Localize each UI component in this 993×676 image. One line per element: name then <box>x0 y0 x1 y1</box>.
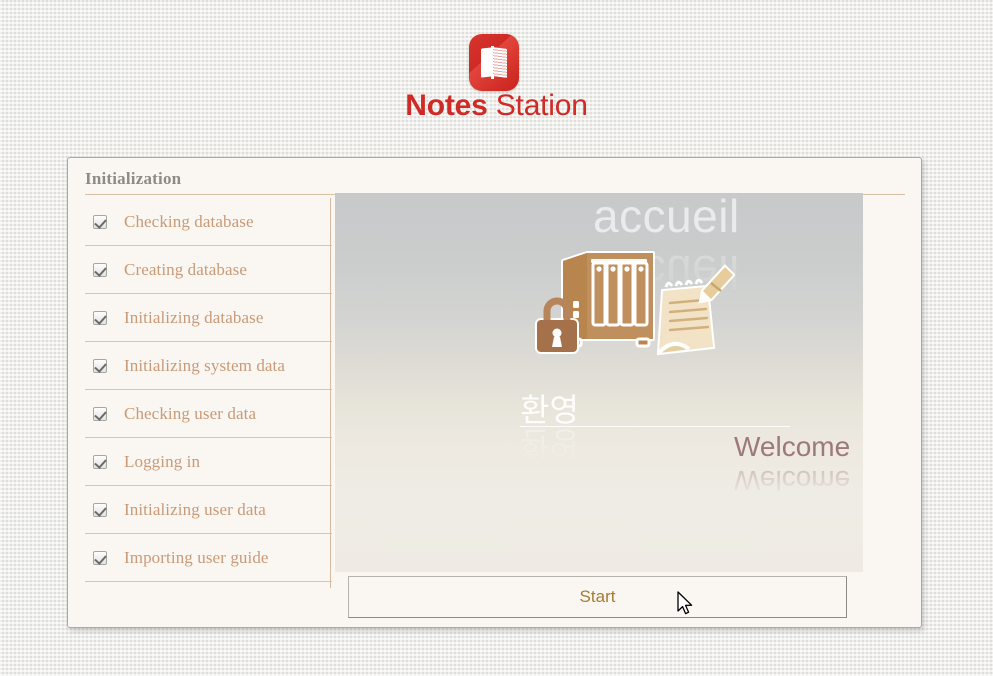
notes-book-icon <box>469 34 519 91</box>
welcome-text-french: accueil <box>593 193 740 242</box>
list-item: Initializing database <box>85 294 332 342</box>
step-checkbox[interactable] <box>93 262 107 277</box>
page-title: Initialization <box>85 169 182 188</box>
step-label: Importing user guide <box>124 547 269 567</box>
list-item: Initializing system data <box>85 342 332 390</box>
list-item: Checking database <box>85 198 332 246</box>
list-item: Creating database <box>85 246 332 294</box>
list-item: Checking user data <box>85 390 332 438</box>
start-button-label: Start <box>579 587 616 606</box>
welcome-text-korean-reflection: 환영 <box>520 424 579 462</box>
step-label: Initializing database <box>124 307 264 327</box>
step-label: Initializing system data <box>124 355 286 375</box>
step-checkbox[interactable] <box>93 358 107 373</box>
initialization-panel: Initialization Checking database Creatin… <box>67 157 922 628</box>
app-title-light: Station <box>487 89 588 122</box>
list-item: Initializing user data <box>85 486 332 534</box>
step-label: Checking user data <box>124 403 257 423</box>
book-right-page <box>493 47 507 78</box>
step-checkbox[interactable] <box>93 454 107 469</box>
step-label: Checking database <box>124 211 254 231</box>
list-item: Importing user guide <box>85 534 332 582</box>
step-checkbox[interactable] <box>93 406 107 421</box>
step-checkbox[interactable] <box>93 214 107 229</box>
nas-lock-notepad-pencil-illustration <box>535 251 735 356</box>
welcome-text-english: Welcome <box>734 431 851 462</box>
step-label: Initializing user data <box>124 499 266 519</box>
list-item: Logging in <box>85 438 332 486</box>
initialization-step-list: Checking database Creating database Init… <box>85 198 332 582</box>
app-title-bold: Notes <box>405 89 488 122</box>
step-checkbox[interactable] <box>93 310 107 325</box>
welcome-banner: accueil accueil 환영 환영 Welcome Welcome <box>335 193 863 572</box>
step-label: Creating database <box>124 259 248 279</box>
app-title: Notes Station <box>0 88 993 124</box>
app-branding: Notes Station <box>0 0 993 150</box>
welcome-text-english-reflection: Welcome <box>734 465 851 496</box>
start-button[interactable]: Start <box>348 576 847 618</box>
vertical-divider <box>330 198 331 588</box>
step-checkbox[interactable] <box>93 550 107 565</box>
step-label: Logging in <box>124 451 201 471</box>
step-checkbox[interactable] <box>93 502 107 517</box>
